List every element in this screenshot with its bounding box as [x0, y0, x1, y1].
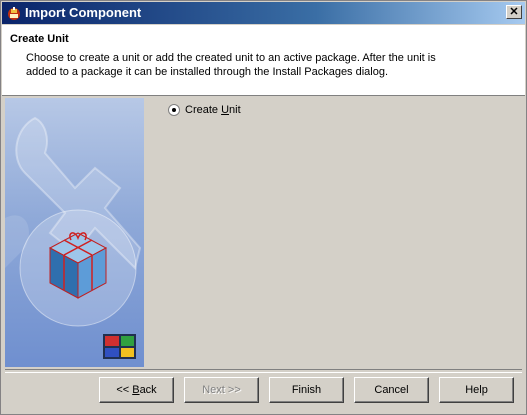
- page-description: Choose to create a unit or add the creat…: [26, 52, 436, 78]
- footer-divider: [5, 369, 522, 373]
- create-unit-option[interactable]: Create Unit: [168, 104, 241, 116]
- help-button[interactable]: Help: [439, 377, 514, 403]
- close-icon: ✕: [509, 6, 519, 18]
- back-button[interactable]: << Back: [99, 377, 174, 403]
- wizard-header: Create Unit Choose to create a unit or a…: [2, 25, 525, 96]
- create-unit-radio[interactable]: [168, 104, 180, 116]
- create-unit-label[interactable]: Create Unit: [185, 104, 241, 116]
- next-button[interactable]: Next >>: [184, 377, 259, 403]
- four-color-squares-logo: [103, 334, 136, 359]
- wrench-and-package-graphic: [5, 116, 142, 359]
- wizard-content: Create Unit: [146, 98, 523, 367]
- delphi-helmet-icon: [8, 7, 20, 20]
- side-panel-graphic: [5, 98, 144, 367]
- close-button[interactable]: ✕: [506, 5, 522, 19]
- window-title: Import Component: [25, 5, 142, 20]
- title-bar[interactable]: Import Component ✕: [2, 2, 525, 24]
- import-component-dialog: Import Component ✕ Create Unit Choose to…: [0, 0, 527, 415]
- page-heading: Create Unit: [10, 33, 69, 45]
- cancel-button[interactable]: Cancel: [354, 377, 429, 403]
- radio-selected-dot: [172, 108, 176, 112]
- finish-button[interactable]: Finish: [269, 377, 344, 403]
